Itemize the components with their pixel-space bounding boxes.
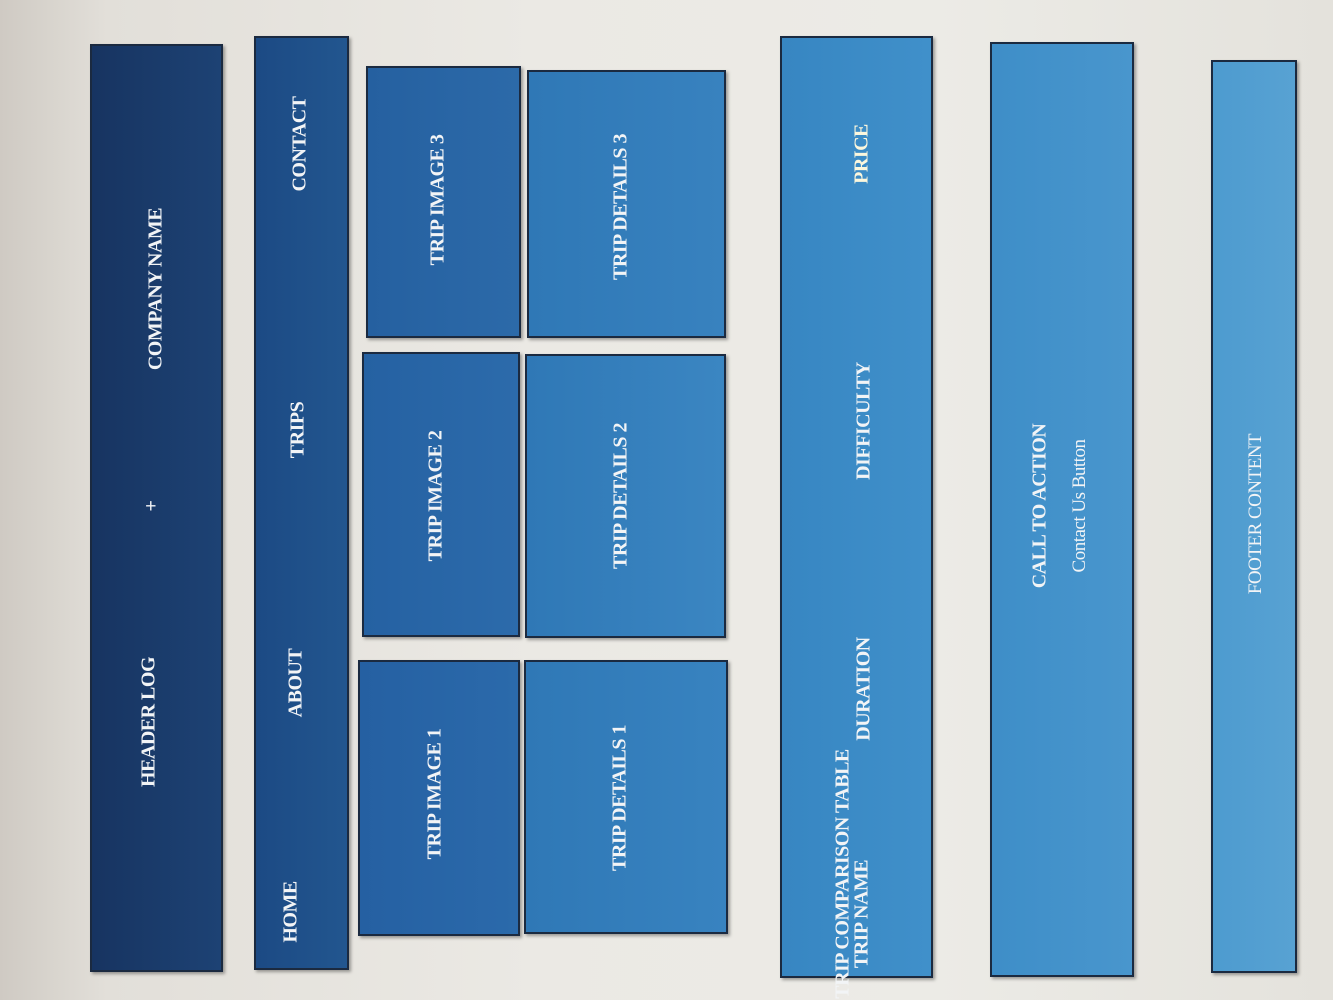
trip-image-2[interactable]: TRIP IMAGE 2 bbox=[362, 352, 520, 637]
trip-details-3[interactable]: TRIP DETAILS 3 bbox=[527, 70, 726, 338]
header-bar: HEADER LOG + COMPANY NAME bbox=[90, 44, 223, 972]
nav-item-home[interactable]: HOME bbox=[280, 881, 303, 942]
trip-details-3-label: TRIP DETAILS 3 bbox=[609, 133, 632, 281]
footer-content: FOOTER CONTENT bbox=[1245, 433, 1266, 595]
trip-image-1-label: TRIP IMAGE 1 bbox=[423, 728, 446, 860]
nav-item-about[interactable]: ABOUT bbox=[285, 649, 308, 718]
nav-item-contact[interactable]: CONTACT bbox=[289, 96, 312, 191]
cta-title: CALL TO ACTION bbox=[1028, 423, 1051, 589]
contact-us-button[interactable]: Contact Us Button bbox=[1069, 440, 1091, 573]
trip-details-2[interactable]: TRIP DETAILS 2 bbox=[525, 354, 726, 638]
column-difficulty: DIFFICULTY bbox=[852, 362, 875, 480]
call-to-action: CALL TO ACTION Contact Us Button bbox=[990, 42, 1134, 977]
company-name: COMPANY NAME bbox=[144, 207, 167, 371]
nav-item-trips[interactable]: TRIPS bbox=[287, 402, 310, 458]
column-duration: DURATION bbox=[852, 637, 875, 741]
nav-bar: HOME ABOUT TRIPS CONTACT bbox=[254, 36, 349, 970]
trip-image-2-label: TRIP IMAGE 2 bbox=[424, 430, 447, 562]
trip-image-3[interactable]: TRIP IMAGE 3 bbox=[366, 66, 521, 338]
column-trip-name: TRIP NAME bbox=[850, 859, 873, 969]
trip-details-1[interactable]: TRIP DETAILS 1 bbox=[524, 660, 728, 934]
trip-details-2-label: TRIP DETAILS 2 bbox=[609, 422, 632, 570]
header-plus: + bbox=[140, 500, 163, 512]
trip-image-3-label: TRIP IMAGE 3 bbox=[426, 134, 449, 266]
header-logo[interactable]: HEADER LOG bbox=[138, 657, 161, 787]
trip-image-1[interactable]: TRIP IMAGE 1 bbox=[358, 660, 520, 936]
footer: FOOTER CONTENT bbox=[1211, 60, 1297, 973]
trip-comparison-table: TRIP COMPARISON TABLE TRIP NAME DURATION… bbox=[780, 36, 933, 999]
column-price: PRICE bbox=[850, 124, 873, 184]
trip-details-1-label: TRIP DETAILS 1 bbox=[608, 724, 631, 872]
